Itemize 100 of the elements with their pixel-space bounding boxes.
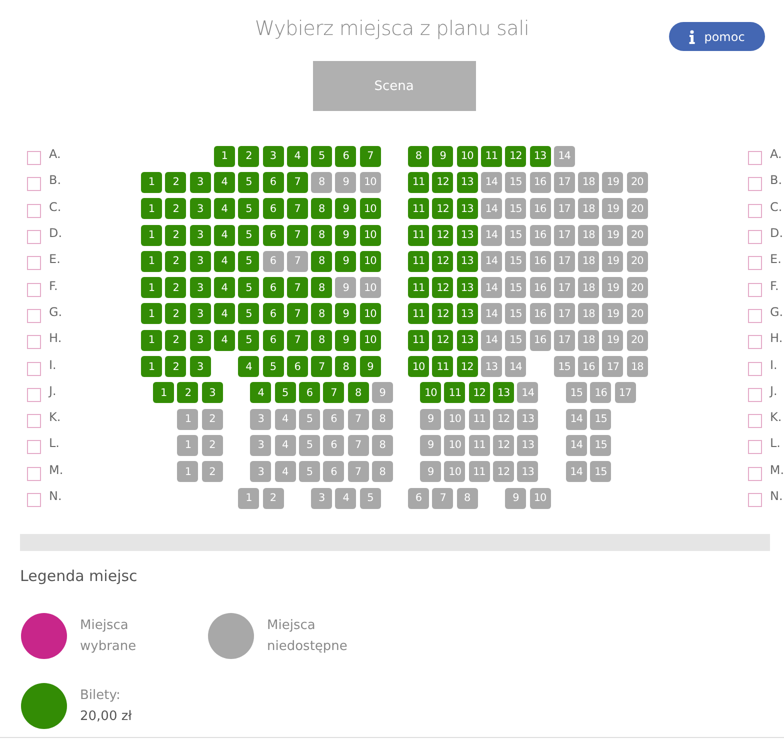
seat[interactable]: 10 [420,382,442,404]
row-checkbox[interactable] [27,204,41,218]
seat[interactable]: 7 [348,461,369,482]
seat[interactable]: 11 [408,250,429,272]
seat[interactable]: 18 [578,303,600,324]
row-checkbox[interactable] [27,414,41,428]
seat[interactable]: 9 [360,356,381,378]
seat[interactable]: 9 [432,146,454,167]
seat[interactable]: 5 [360,488,381,508]
seat[interactable]: 1 [214,146,235,167]
seat[interactable]: 11 [408,303,429,324]
seat[interactable]: 1 [141,198,162,220]
seat[interactable]: 6 [323,461,344,482]
seat[interactable]: 9 [335,303,356,324]
seat[interactable]: 11 [408,198,429,220]
seat[interactable]: 12 [432,198,454,220]
seat[interactable]: 3 [190,330,211,351]
row-checkbox[interactable] [27,388,41,402]
seat[interactable]: 2 [165,330,186,351]
seat[interactable]: 1 [141,330,162,351]
seat[interactable]: 16 [530,250,550,272]
seat[interactable]: 1 [141,172,162,193]
seat[interactable]: 5 [262,356,284,378]
seat[interactable]: 1 [141,356,162,378]
seat[interactable]: 17 [554,172,575,193]
seat[interactable]: 10 [360,198,381,220]
seat[interactable]: 7 [323,382,344,404]
seat[interactable]: 14 [505,356,526,378]
seat[interactable]: 17 [554,224,575,246]
row-checkbox[interactable] [27,256,41,270]
seat[interactable]: 5 [238,250,260,272]
seat[interactable]: 3 [250,461,272,482]
seat[interactable]: 18 [578,198,600,220]
seat[interactable]: 9 [420,434,442,456]
seat[interactable]: 10 [360,250,381,272]
seat[interactable]: 12 [456,356,478,378]
seat[interactable]: 15 [590,408,612,430]
seat[interactable]: 1 [177,434,198,456]
row-checkbox[interactable] [27,335,41,350]
row-checkbox[interactable] [748,440,762,454]
seat[interactable]: 5 [238,198,260,220]
seat[interactable]: 6 [298,382,320,404]
seat[interactable]: 18 [578,330,600,351]
seat[interactable]: 2 [165,303,186,324]
seat[interactable]: 3 [190,303,211,324]
row-checkbox[interactable] [748,335,762,350]
seat[interactable]: 12 [432,303,454,324]
seat[interactable]: 14 [480,303,502,324]
row-checkbox[interactable] [27,466,41,481]
seat[interactable]: 6 [262,198,284,220]
seat[interactable]: 6 [262,303,284,324]
seat[interactable]: 4 [214,303,235,324]
seat[interactable]: 6 [323,408,344,430]
seat[interactable]: 8 [372,408,393,430]
seat[interactable]: 4 [214,198,235,220]
seat[interactable]: 15 [590,461,612,482]
seat[interactable]: 16 [530,224,550,246]
seat[interactable]: 15 [505,303,526,324]
seat[interactable]: 2 [238,146,260,167]
seat[interactable]: 20 [626,224,648,246]
seat[interactable]: 6 [262,250,284,272]
seat[interactable]: 3 [190,198,211,220]
help-button[interactable]: pomoc [669,22,765,51]
seat[interactable]: 9 [372,382,393,404]
seat[interactable]: 5 [311,146,332,167]
row-checkbox[interactable] [748,414,762,428]
seat[interactable]: 10 [360,224,381,246]
seat[interactable]: 9 [335,172,356,193]
seat[interactable]: 15 [590,434,612,456]
seat[interactable]: 2 [202,434,223,456]
seat[interactable]: 12 [432,277,454,298]
seat[interactable]: 3 [262,146,284,167]
seat[interactable]: 20 [626,330,648,351]
seat[interactable]: 19 [602,277,624,298]
seat[interactable]: 12 [432,330,454,351]
seat[interactable]: 2 [165,224,186,246]
seat[interactable]: 4 [238,356,260,378]
seat[interactable]: 7 [286,250,308,272]
seat[interactable]: 10 [360,330,381,351]
seat[interactable]: 19 [602,303,624,324]
seat[interactable]: 13 [456,330,478,351]
seat[interactable]: 9 [335,250,356,272]
seat[interactable]: 3 [190,277,211,298]
seat[interactable]: 17 [554,198,575,220]
seat[interactable]: 4 [214,330,235,351]
seat[interactable]: 8 [408,146,429,167]
seat[interactable]: 13 [456,277,478,298]
seat[interactable]: 7 [348,434,369,456]
seat[interactable]: 20 [626,198,648,220]
seat[interactable]: 1 [177,461,198,482]
seat[interactable]: 1 [141,250,162,272]
row-checkbox[interactable] [748,308,762,323]
seat[interactable]: 4 [335,488,356,508]
seat[interactable]: 20 [626,250,648,272]
seat[interactable]: 3 [190,224,211,246]
seat[interactable]: 14 [480,330,502,351]
seat[interactable]: 13 [517,408,538,430]
seat[interactable]: 5 [238,330,260,351]
seat[interactable]: 13 [456,172,478,193]
seat[interactable]: 9 [420,461,442,482]
